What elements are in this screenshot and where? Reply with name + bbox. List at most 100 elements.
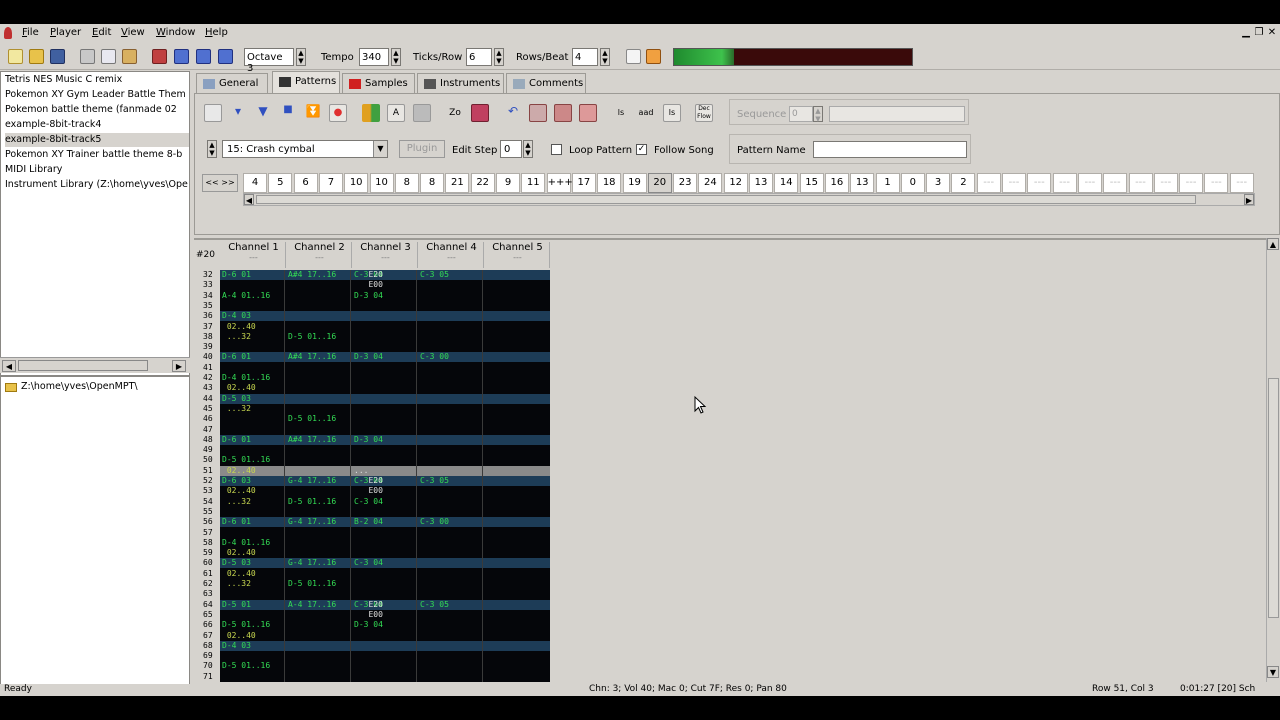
order-item[interactable]: --- — [1052, 173, 1077, 193]
scroll-left-icon[interactable]: ◀ — [244, 194, 254, 205]
tree-item[interactable]: Pokemon XY Trainer battle theme 8-b — [5, 148, 189, 162]
folder-browser[interactable]: Z:\home\yves\OpenMPT\ — [0, 376, 190, 686]
pattern-cell[interactable]: D-5 01..16 — [222, 620, 270, 630]
order-item[interactable]: 8 — [394, 173, 419, 193]
order-item[interactable]: --- — [1179, 173, 1204, 193]
order-item[interactable]: 2 — [951, 173, 976, 193]
plugin-button[interactable]: Plugin — [399, 140, 445, 158]
order-item[interactable]: 8 — [420, 173, 445, 193]
pattern-cell[interactable]: 02..40 — [222, 569, 256, 579]
tree-item[interactable]: Tetris NES Music C remix — [5, 73, 189, 87]
pattern-row[interactable] — [220, 383, 550, 393]
shrink-icon[interactable]: ls — [612, 104, 630, 122]
pattern-cell[interactable]: ... — [354, 466, 368, 476]
pattern-cell[interactable]: D-5 01..16 — [222, 455, 270, 465]
pattern-row[interactable] — [220, 672, 550, 682]
minimize-icon[interactable]: ▁ — [1240, 27, 1252, 39]
play-from-start-icon[interactable]: ⏬ — [304, 104, 322, 122]
scroll-up-icon[interactable]: ▲ — [1267, 238, 1279, 250]
interpolate-icon[interactable]: ls — [663, 104, 681, 122]
order-scroll-thumb[interactable] — [256, 195, 1196, 204]
scroll-down-icon[interactable]: ▼ — [1267, 666, 1279, 678]
tree-horizontal-scrollbar[interactable]: ◀ ▶ — [0, 357, 190, 373]
order-item[interactable]: --- — [1002, 173, 1026, 193]
edit-step-input[interactable]: 0 — [500, 140, 522, 158]
tab-patterns[interactable]: Patterns — [272, 71, 340, 93]
pattern-grid[interactable]: D-6 01 A#4 17..16 C-3 04 E20 C-3 05 E00 A-4 … — [220, 270, 550, 682]
pattern-row[interactable] — [220, 589, 550, 599]
order-item[interactable]: 24 — [698, 173, 723, 193]
pattern-cell[interactable]: C-3 04 — [354, 558, 383, 568]
pattern-cell[interactable]: E00 — [354, 280, 382, 290]
rows-beat-spinner[interactable]: ▲ ▼ — [600, 48, 610, 66]
pattern-row[interactable] — [220, 507, 550, 517]
pattern-cell[interactable]: 02..40 — [222, 322, 256, 332]
vu-toggle-icon[interactable] — [362, 104, 380, 122]
octave-field[interactable]: Octave 3 — [244, 48, 294, 74]
pattern-row[interactable] — [220, 332, 550, 342]
pattern-row[interactable] — [220, 579, 550, 589]
pattern-cell[interactable]: D-4 01..16 — [222, 538, 270, 548]
pattern-row[interactable] — [220, 393, 550, 404]
instrument-spinner[interactable]: ▲ ▼ — [207, 140, 217, 158]
pattern-cell[interactable]: C-3 05 — [420, 270, 449, 280]
pattern-cell[interactable]: A#4 17..16 — [288, 352, 336, 362]
pattern-row[interactable] — [220, 280, 550, 290]
pattern-row[interactable] — [220, 342, 550, 352]
order-item[interactable]: 1 — [875, 173, 900, 193]
pattern-row[interactable] — [220, 434, 550, 445]
pattern-row[interactable] — [220, 270, 550, 280]
pattern-row[interactable] — [220, 651, 550, 661]
order-item[interactable]: 7 — [318, 173, 343, 193]
pattern-cell[interactable]: E20 — [354, 600, 382, 610]
order-item[interactable]: --- — [1077, 173, 1102, 193]
order-item[interactable]: 6 — [293, 173, 318, 193]
order-item[interactable]: --- — [976, 173, 1001, 193]
paste-icon[interactable] — [122, 49, 137, 64]
clear-icon[interactable] — [579, 104, 597, 122]
menu-view[interactable]: View — [121, 27, 145, 38]
instrument-select[interactable]: 15: Crash cymbal ▼ — [222, 140, 388, 158]
pattern-cell[interactable]: D-6 01 — [222, 352, 251, 362]
open-folder-icon[interactable] — [29, 49, 44, 64]
channel-header[interactable]: Channel 5 --- — [486, 242, 550, 268]
scroll-right-icon[interactable]: ▶ — [1244, 194, 1254, 205]
pattern-cell[interactable]: D-4 03 — [222, 311, 251, 321]
song-tree[interactable]: Tetris NES Music C remix Pokemon XY Gym L… — [0, 71, 190, 376]
tree-item[interactable]: example-8bit-track5 — [5, 133, 189, 147]
chevron-down-icon[interactable]: ▼ — [373, 141, 387, 157]
pattern-cell[interactable]: 02..40 — [222, 548, 256, 558]
pattern-cell[interactable]: ...32 — [222, 332, 251, 342]
pattern-cell[interactable]: C-3 00 — [420, 517, 449, 527]
order-item[interactable]: --- — [1128, 173, 1153, 193]
expand-icon[interactable] — [471, 104, 489, 122]
menu-file[interactable]: File — [22, 27, 39, 38]
amplify-icon[interactable]: aad — [637, 104, 655, 122]
pattern-cell[interactable]: D-5 03 — [222, 558, 251, 568]
pattern-cell[interactable]: ...32 — [222, 404, 251, 414]
pattern-cell[interactable]: D-3 04 — [354, 352, 383, 362]
save-icon[interactable] — [50, 49, 65, 64]
delete-row-icon[interactable] — [554, 104, 572, 122]
pattern-cell[interactable]: D-5 01 — [222, 600, 251, 610]
pattern-cell[interactable]: D-5 01..16 — [288, 332, 336, 342]
order-item[interactable]: 13 — [749, 173, 773, 193]
pattern-cell[interactable]: ...32 — [222, 579, 251, 589]
order-item[interactable]: --- — [1027, 173, 1052, 193]
play-row-icon[interactable]: ■ — [279, 104, 297, 122]
order-item[interactable]: 4 — [243, 173, 267, 193]
channel-header[interactable]: Channel 1 --- — [222, 242, 286, 268]
pattern-cell[interactable]: D-4 03 — [222, 641, 251, 651]
pattern-cell[interactable]: G-4 17..16 — [288, 558, 336, 568]
pattern-cell[interactable]: D-6 01 — [222, 517, 251, 527]
pattern-row[interactable] — [220, 548, 550, 558]
pattern-row[interactable] — [220, 363, 550, 373]
order-item[interactable]: 12 — [723, 173, 748, 193]
pattern-cell[interactable]: B-2 04 — [354, 517, 383, 527]
pattern-cell[interactable]: D-6 01 — [222, 435, 251, 445]
order-item[interactable]: 22 — [470, 173, 495, 193]
order-item[interactable]: 10 — [369, 173, 394, 193]
order-nav-button[interactable]: << >> — [202, 174, 238, 192]
pattern-row[interactable] — [220, 465, 550, 476]
pattern-cell[interactable]: E00 — [354, 486, 382, 496]
